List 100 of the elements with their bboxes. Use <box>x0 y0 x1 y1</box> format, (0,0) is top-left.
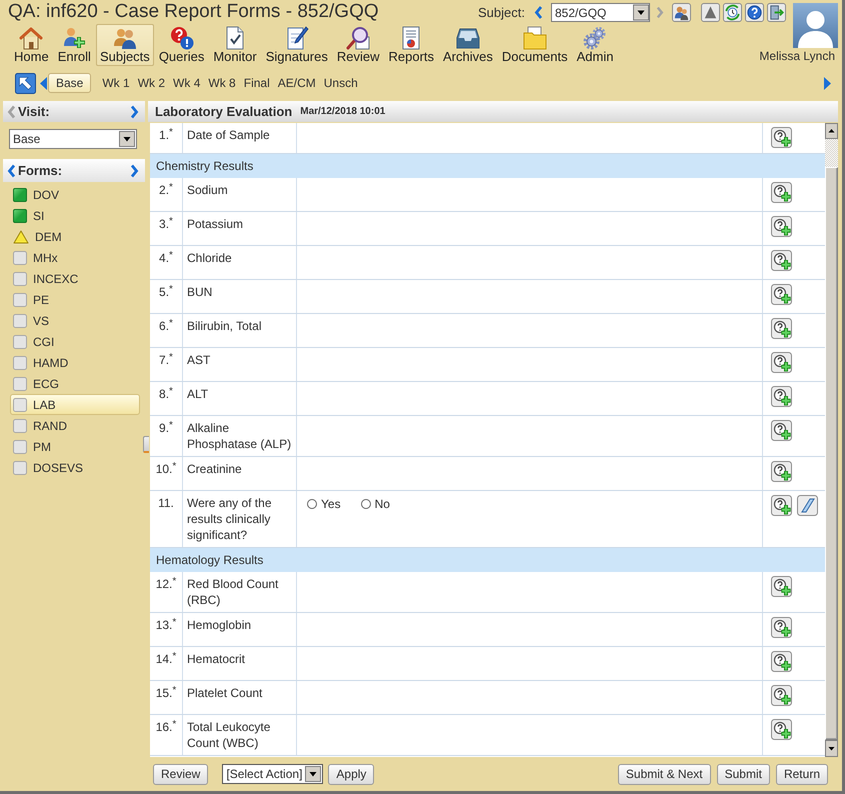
visit-tab[interactable]: Base <box>48 73 92 93</box>
question-plus-icon[interactable] <box>771 651 792 672</box>
question-plus-icon[interactable] <box>771 719 792 740</box>
action-select[interactable]: [Select Action] <box>222 764 324 784</box>
question-plus-icon[interactable] <box>771 284 792 305</box>
question-plus-icon[interactable] <box>771 216 792 237</box>
radio-icon[interactable] <box>307 499 317 509</box>
people-icon[interactable] <box>672 3 691 22</box>
visit-tab[interactable]: Final <box>240 73 273 93</box>
arrow-up-left-icon[interactable] <box>15 72 36 94</box>
refresh-icon[interactable] <box>723 3 742 22</box>
question-plus-icon[interactable] <box>771 617 792 638</box>
chevron-left-icon[interactable] <box>534 5 543 20</box>
form-list-item[interactable]: SI <box>10 205 140 226</box>
window-title: QA: inf620 - Case Report Forms - 852/GQQ <box>8 0 379 24</box>
form-list-item[interactable]: HAMD <box>10 352 140 373</box>
user-name: Melissa Lynch <box>759 49 835 65</box>
chevron-right-icon[interactable] <box>130 164 139 178</box>
exit-icon[interactable] <box>767 3 786 22</box>
question-label: Sodium <box>187 183 228 197</box>
footer-button[interactable]: Submit <box>716 764 770 784</box>
toolbar-button[interactable]: Reports <box>384 24 438 66</box>
form-list-item[interactable]: ECG <box>10 373 140 394</box>
form-list-item[interactable]: CGI <box>10 331 140 352</box>
form-list-item[interactable]: VS <box>10 310 140 331</box>
eraser-icon[interactable] <box>797 495 818 516</box>
form-list-item[interactable]: INCEXC <box>10 268 140 289</box>
toolbar-button[interactable]: Archives <box>439 24 497 66</box>
form-list-item[interactable]: DOV <box>10 184 140 205</box>
toolbar-button[interactable]: Home <box>10 24 53 66</box>
person-plus-icon <box>62 26 86 50</box>
question-number: 4.$^{*}$ <box>159 251 173 265</box>
form-list-item[interactable]: DEM <box>10 226 140 247</box>
form-list-item[interactable]: PM <box>10 436 140 457</box>
visit-tab[interactable]: Wk 4 <box>170 73 204 93</box>
section-header: Chemistry Results <box>150 154 825 178</box>
question-number: 16.$^{*}$ <box>156 720 176 734</box>
question-label: Date of Sample <box>187 128 270 142</box>
question-plus-icon[interactable] <box>771 352 792 373</box>
footer-button[interactable]: Return <box>776 764 828 784</box>
question-plus-icon[interactable] <box>771 386 792 407</box>
question-label: Red Blood Count (RBC) <box>187 577 278 607</box>
question-number: 12.$^{*}$ <box>156 577 176 591</box>
footer-button[interactable]: Submit & Next <box>618 764 711 784</box>
visit-select[interactable]: Base <box>9 129 137 149</box>
question-number: 9.$^{*}$ <box>159 421 173 435</box>
visit-tab[interactable]: Wk 2 <box>134 73 168 93</box>
toolbar-button[interactable]: Documents <box>498 24 572 66</box>
toolbar-button[interactable]: Signatures <box>262 24 332 66</box>
visit-tab[interactable]: Wk 1 <box>99 73 133 93</box>
radio-icon[interactable] <box>360 499 371 509</box>
toolbar-button[interactable]: Queries <box>154 24 208 66</box>
toolbar-button[interactable]: Monitor <box>209 24 261 66</box>
form-list-item[interactable]: MHx <box>10 247 140 268</box>
question-plus-icon[interactable] <box>771 318 792 339</box>
question-number: 6.$^{*}$ <box>159 319 173 333</box>
subject-select[interactable]: 852/GQQ <box>551 3 650 22</box>
visit-tab[interactable]: Wk 8 <box>205 73 239 93</box>
question-plus-icon[interactable] <box>771 461 792 482</box>
scroll-up-icon[interactable] <box>825 123 838 139</box>
section-header: Hematology Results <box>150 548 825 572</box>
question-plus-icon[interactable] <box>771 420 792 441</box>
radio-option[interactable]: Yes <box>307 496 341 512</box>
toolbar-button[interactable]: Admin <box>572 24 618 66</box>
tray-icon <box>456 26 480 50</box>
question-plus-icon[interactable] <box>771 127 792 148</box>
chevron-right-icon[interactable] <box>130 104 139 118</box>
visit-tab[interactable]: Unsch <box>320 73 361 93</box>
question-number: 10.$^{*}$ <box>156 462 176 476</box>
question-plus-icon[interactable] <box>771 182 792 203</box>
scroll-down-icon[interactable] <box>825 740 838 757</box>
question-plus-icon[interactable] <box>771 685 792 706</box>
help-icon[interactable] <box>745 3 764 22</box>
sidebar-title: Visit: <box>18 104 50 119</box>
caret-right-icon[interactable] <box>824 76 831 90</box>
question-number: 15.$^{*}$ <box>156 686 176 700</box>
question-label: Platelet Count <box>187 686 262 700</box>
question-label: Hemoglobin <box>187 618 252 632</box>
form-list-item[interactable]: DOSEVS <box>10 457 140 478</box>
question-label: ALT <box>187 387 208 401</box>
question-plus-icon[interactable] <box>771 495 792 516</box>
form-list-item[interactable]: LAB <box>10 394 140 415</box>
chevron-left-icon[interactable] <box>7 164 16 178</box>
review-button[interactable]: Review <box>153 764 208 784</box>
question-label: Total Leukocyte Count (WBC) <box>187 720 270 750</box>
question-plus-icon[interactable] <box>771 576 792 597</box>
toolbar-button[interactable]: Review <box>332 24 384 66</box>
splitter-handle[interactable] <box>143 436 149 453</box>
question-plus-icon[interactable] <box>771 250 792 271</box>
question-number: 8.$^{*}$ <box>159 387 173 401</box>
question-label: Potassium <box>187 217 244 231</box>
radio-option[interactable]: No <box>360 496 390 512</box>
toolbar-button[interactable]: Subjects <box>96 24 154 66</box>
toolbar-button[interactable]: Enroll <box>54 24 95 66</box>
apply-button[interactable]: Apply <box>328 764 374 784</box>
avatar-icon[interactable] <box>793 3 838 48</box>
form-list-item[interactable]: RAND <box>10 415 140 436</box>
visit-tab[interactable]: AE/CM <box>274 73 319 93</box>
form-list-item[interactable]: PE <box>10 289 140 310</box>
question-number: 5.$^{*}$ <box>159 285 173 299</box>
